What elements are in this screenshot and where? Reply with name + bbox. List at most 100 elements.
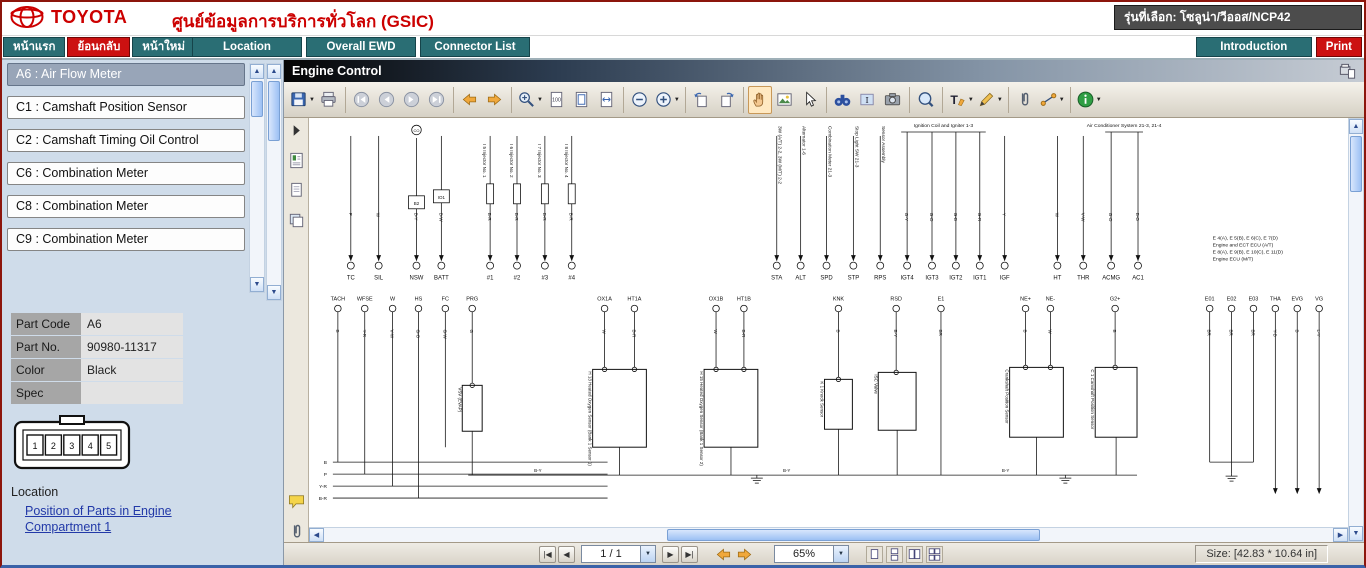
binoculars-button[interactable] <box>831 86 855 114</box>
connector-list-item[interactable]: C1 : Camshaft Position Sensor <box>7 96 245 119</box>
zoom-in-button[interactable]: ▼ <box>653 86 681 114</box>
connector-list-item[interactable]: C8 : Combination Meter <box>7 195 245 218</box>
part-info-value: A6 <box>81 313 183 335</box>
layout-single-button[interactable] <box>866 545 883 563</box>
wiring-diagram: TC P SIL W NSW B-Y BATT B-W #1 B-R #2 B-R #3 B-R #4 B-R… <box>319 123 1323 502</box>
actual-size-button[interactable]: 100 <box>545 86 569 114</box>
svg-text:ISC Valve: ISC Valve <box>873 374 878 394</box>
svg-text:THR: THR <box>1077 276 1090 282</box>
scroll-track[interactable] <box>324 528 1333 542</box>
scroll-up-button[interactable]: ▲ <box>1349 119 1363 134</box>
scroll-down-button[interactable]: ▼ <box>250 277 264 292</box>
overall-ewd-button[interactable]: Overall EWD <box>306 37 416 57</box>
comments-panel-button[interactable] <box>286 491 307 512</box>
scroll-track[interactable] <box>1349 134 1363 526</box>
content-area: A6 : Air Flow Meter C1 : Camshaft Positio… <box>2 60 1364 565</box>
info-button[interactable]: ▼ <box>1075 86 1103 114</box>
snapshot-button[interactable] <box>773 86 797 114</box>
zoom-tool-button[interactable]: ▼ <box>516 86 544 114</box>
sidebar-panel-scrollbar[interactable]: ▲ ▼ <box>266 63 282 301</box>
rotate-right-button[interactable] <box>715 86 739 114</box>
svg-text:Alternator 1-6: Alternator 1-6 <box>801 126 807 155</box>
scroll-thumb[interactable] <box>268 81 280 141</box>
camera-button[interactable] <box>881 86 905 114</box>
nav-prev-button[interactable] <box>375 86 399 114</box>
bookmarks-panel-button[interactable] <box>286 150 307 171</box>
svg-text:G-O: G-O <box>1108 213 1113 222</box>
next-page-button[interactable]: ▶ <box>662 545 679 563</box>
page-selector[interactable]: 1 / 1 ▼ <box>581 545 656 563</box>
connector-list-item[interactable]: C2 : Camshaft Timing Oil Control <box>7 129 245 152</box>
layers-panel-button[interactable] <box>286 210 307 231</box>
connector-list-item[interactable]: C6 : Combination Meter <box>7 162 245 185</box>
svg-text:FC: FC <box>442 297 449 303</box>
svg-text:TC: TC <box>347 276 356 282</box>
fit-page-button[interactable] <box>570 86 594 114</box>
scroll-down-button[interactable]: ▼ <box>267 285 281 300</box>
vertical-scrollbar[interactable]: ▲ ▼ <box>1348 118 1364 542</box>
introduction-button[interactable]: Introduction <box>1195 37 1312 57</box>
new-page-button[interactable]: หน้าใหม่ <box>132 37 195 57</box>
svg-text:P: P <box>324 472 327 478</box>
nav-bar: หน้าแรก ย้อนกลับ หน้าใหม่ Location Overall … <box>2 36 1364 60</box>
scroll-thumb[interactable] <box>1350 136 1362 192</box>
print-page-icon[interactable] <box>1334 62 1360 81</box>
pencil-button[interactable]: ▼ <box>976 86 1004 114</box>
diagram-canvas[interactable]: TC P SIL W NSW B-Y BATT B-W #1 B-R #2 B-R #3 B-R #4 B-R… <box>309 118 1348 542</box>
view-next-button[interactable] <box>483 86 507 114</box>
connector-list-button[interactable]: Connector List <box>420 37 530 57</box>
scroll-thumb[interactable] <box>667 529 1041 541</box>
first-page-button[interactable]: |◀ <box>539 545 556 563</box>
toolbar-separator <box>825 86 827 113</box>
connector-list-item[interactable]: A6 : Air Flow Meter <box>7 63 245 86</box>
nav-last-button[interactable] <box>425 86 449 114</box>
attachments-panel-button[interactable] <box>286 521 307 542</box>
fit-width-button[interactable] <box>595 86 619 114</box>
paperclip-button[interactable] <box>1013 86 1037 114</box>
svg-text:E02: E02 <box>1227 297 1237 303</box>
print-button[interactable]: Print <box>1315 37 1362 57</box>
hand-button[interactable] <box>747 85 772 114</box>
back-button[interactable]: ย้อนกลับ <box>67 37 131 57</box>
scroll-thumb[interactable] <box>251 81 263 117</box>
scroll-left-button[interactable]: ◀ <box>309 528 324 542</box>
collapse-panel-button[interactable] <box>286 120 307 141</box>
location-link[interactable]: Position of Parts in Engine Compartment … <box>25 503 225 535</box>
scroll-track[interactable] <box>267 79 281 285</box>
highlight-button[interactable]: T ▼ <box>947 86 975 114</box>
toyota-wordmark: TOYOTA <box>51 6 128 27</box>
last-page-button[interactable]: ▶| <box>681 545 698 563</box>
text-select-button[interactable]: I <box>856 86 880 114</box>
zoom-selector[interactable]: 65% ▼ <box>774 545 849 563</box>
zoom-out-button[interactable] <box>628 86 652 114</box>
previous-view-button[interactable] <box>713 544 734 564</box>
connector-list-scrollbar[interactable]: ▲ ▼ <box>249 63 265 293</box>
location-button[interactable]: Location <box>192 37 302 57</box>
dropdown-arrow-icon[interactable]: ▼ <box>833 546 848 562</box>
nav-next-button[interactable] <box>400 86 424 114</box>
dropdown-arrow-icon[interactable]: ▼ <box>640 546 655 562</box>
next-view-button[interactable] <box>734 544 755 564</box>
save-button[interactable]: ▼ <box>288 86 316 114</box>
home-button[interactable]: หน้าแรก <box>3 37 66 57</box>
scroll-down-button[interactable]: ▼ <box>1349 526 1363 541</box>
print-button[interactable] <box>317 86 341 114</box>
svg-text:#4: #4 <box>568 276 575 282</box>
connector-list-item[interactable]: C9 : Combination Meter <box>7 228 245 251</box>
measure-button[interactable]: ▼ <box>1038 86 1066 114</box>
scroll-track[interactable] <box>250 79 264 277</box>
horizontal-scrollbar[interactable]: ◀ ▶ <box>309 527 1348 542</box>
loupe-button[interactable] <box>914 86 938 114</box>
rotate-left-button[interactable] <box>690 86 714 114</box>
layout-cfacing-button[interactable] <box>926 545 943 563</box>
select-button[interactable] <box>798 86 822 114</box>
pages-panel-button[interactable] <box>286 180 307 201</box>
view-prev-button[interactable] <box>458 86 482 114</box>
scroll-up-button[interactable]: ▲ <box>250 64 264 79</box>
layout-facing-button[interactable] <box>906 545 923 563</box>
scroll-up-button[interactable]: ▲ <box>267 64 281 79</box>
layout-cont-button[interactable] <box>886 545 903 563</box>
previous-page-button[interactable]: ◀ <box>558 545 575 563</box>
nav-first-button[interactable] <box>350 86 374 114</box>
scroll-right-button[interactable]: ▶ <box>1333 528 1348 542</box>
